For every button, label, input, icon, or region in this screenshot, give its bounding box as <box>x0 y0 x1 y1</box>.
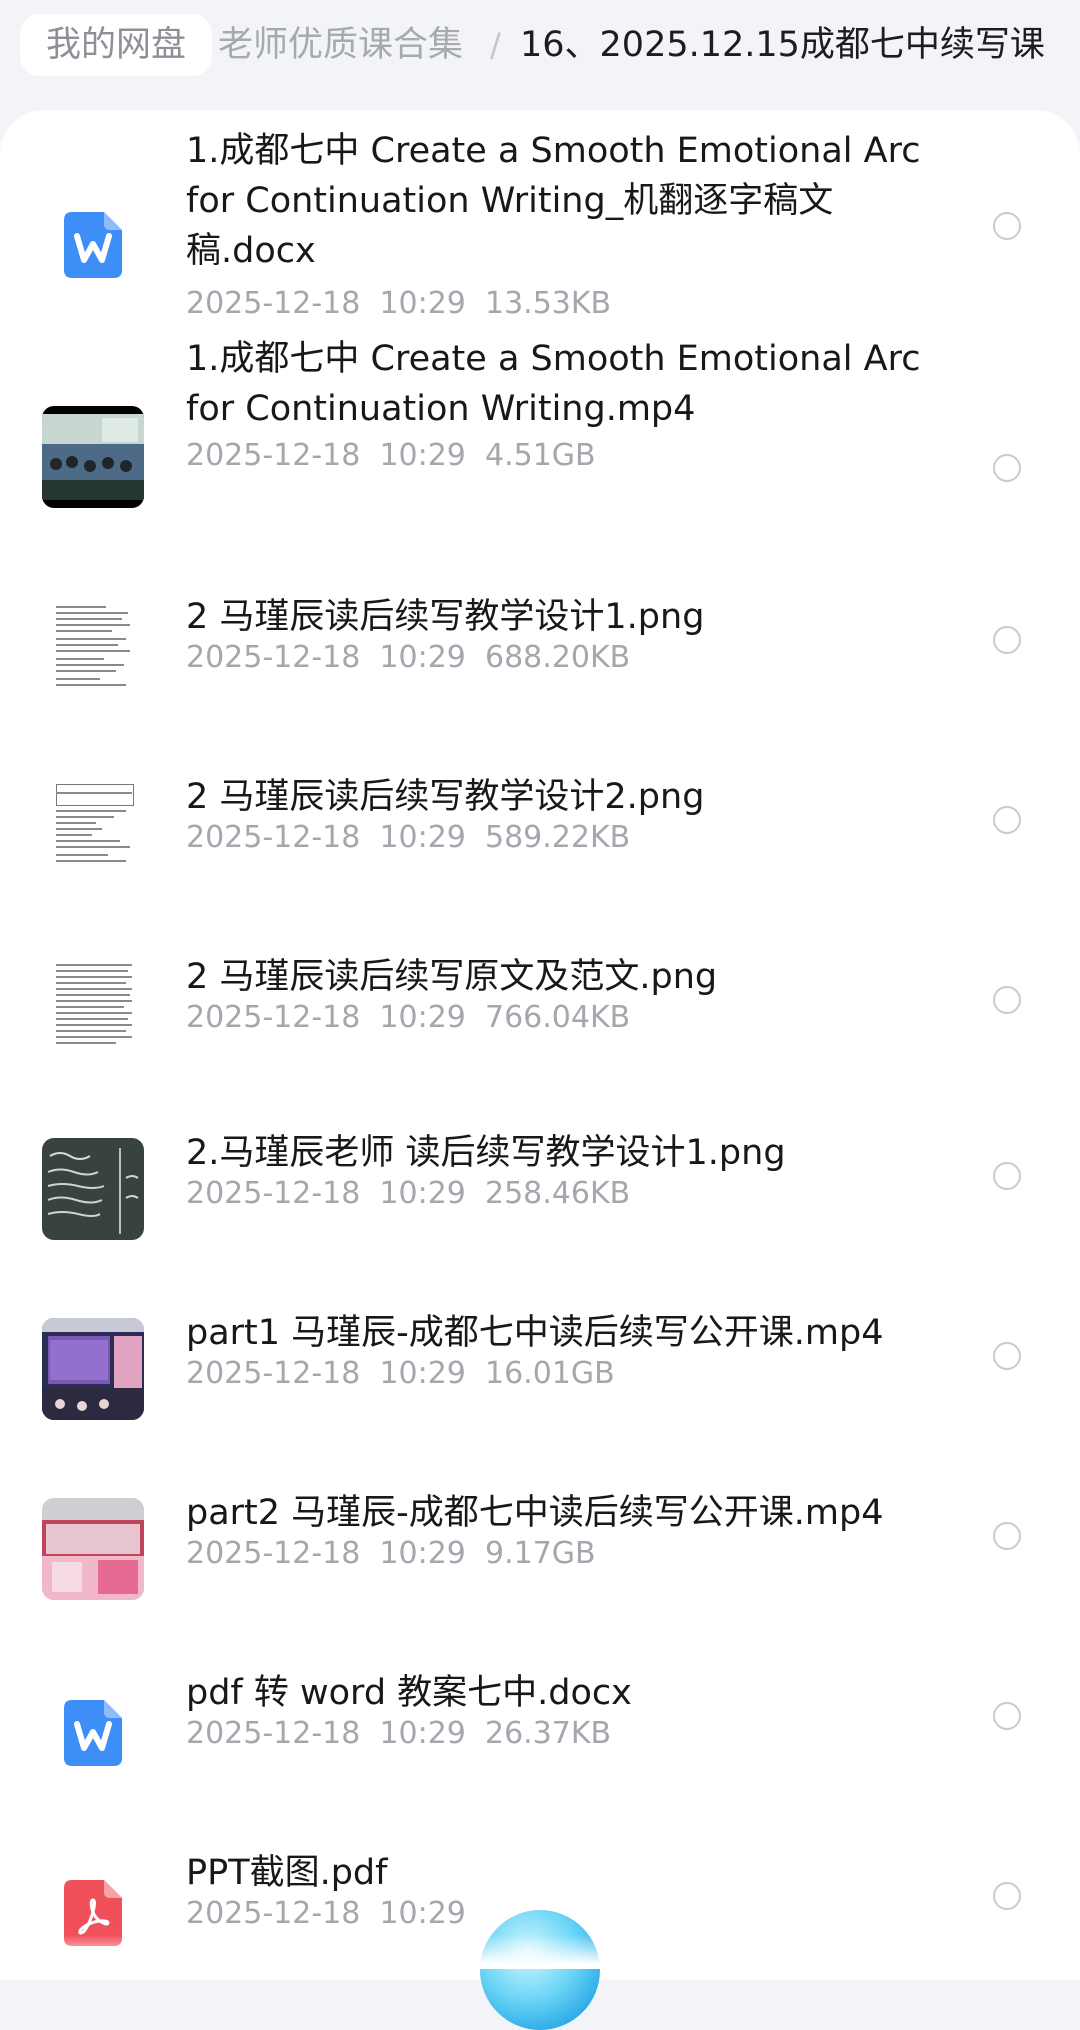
file-name: 2 马瑾辰读后续写教学设计1.png <box>186 597 705 637</box>
document-image-thumbnail <box>42 598 144 700</box>
breadcrumb-parent[interactable]: 老师优质课合集 <box>218 14 463 76</box>
file-name: 2 马瑾辰读后续写原文及范文.png <box>186 957 718 997</box>
bottom-fade <box>0 1935 1080 1969</box>
file-meta: 2025-12-18 10:29 13.53KB <box>186 286 612 321</box>
select-radio[interactable] <box>993 986 1021 1014</box>
document-image-thumbnail <box>42 778 144 880</box>
video-thumbnail <box>42 406 144 508</box>
file-meta: 2025-12-18 10:29 <box>186 1896 466 1931</box>
select-radio[interactable] <box>993 1342 1021 1370</box>
select-radio[interactable] <box>993 1522 1021 1550</box>
blackboard-image-thumbnail <box>42 1138 144 1240</box>
file-name: part1 马瑾辰-成都七中读后续写公开课.mp4 <box>186 1313 884 1353</box>
video-thumbnail <box>42 1318 144 1420</box>
file-name: 2 马瑾辰读后续写教学设计2.png <box>186 777 705 817</box>
file-name: 1.成都七中 Create a Smooth Emotional Arc for… <box>186 131 921 271</box>
select-radio[interactable] <box>993 626 1021 654</box>
select-radio[interactable] <box>993 1702 1021 1730</box>
select-radio[interactable] <box>993 1882 1021 1910</box>
breadcrumb-separator: / <box>490 26 501 64</box>
file-meta: 2025-12-18 10:29 766.04KB <box>186 1000 631 1035</box>
breadcrumb-current: 16、2025.12.15成都七中续写课 <box>520 25 1045 65</box>
file-meta: 2025-12-18 10:29 26.37KB <box>186 1716 612 1751</box>
select-radio[interactable] <box>993 806 1021 834</box>
file-name: 1.成都七中 Create a Smooth Emotional Arc for… <box>186 339 921 429</box>
assistant-floating-button[interactable] <box>480 1910 600 2030</box>
select-radio[interactable] <box>993 1162 1021 1190</box>
file-name: 2.马瑾辰老师 读后续写教学设计1.png <box>186 1133 786 1173</box>
word-file-icon <box>42 1678 144 1780</box>
file-name: pdf 转 word 教案七中.docx <box>186 1673 632 1713</box>
select-radio[interactable] <box>993 454 1021 482</box>
video-thumbnail <box>42 1498 144 1600</box>
file-meta: 2025-12-18 10:29 9.17GB <box>186 1536 596 1571</box>
file-list: 1.成都七中 Create a Smooth Emotional Arc for… <box>0 110 1080 1980</box>
file-meta: 2025-12-18 10:29 589.22KB <box>186 820 631 855</box>
word-file-icon <box>42 190 144 292</box>
select-radio[interactable] <box>993 212 1021 240</box>
file-meta: 2025-12-18 10:29 258.46KB <box>186 1176 631 1211</box>
file-name: PPT截图.pdf <box>186 1853 388 1893</box>
document-image-thumbnail <box>42 958 144 1060</box>
file-meta: 2025-12-18 10:29 4.51GB <box>186 438 596 473</box>
breadcrumb-home[interactable]: 我的网盘 <box>20 14 213 76</box>
file-meta: 2025-12-18 10:29 688.20KB <box>186 640 631 675</box>
file-meta: 2025-12-18 10:29 16.01GB <box>186 1356 615 1391</box>
file-name: part2 马瑾辰-成都七中读后续写公开课.mp4 <box>186 1493 884 1533</box>
breadcrumb: 我的网盘 老师优质课合集 / 16、2025.12.15成都七中续写课 <box>0 0 1080 105</box>
